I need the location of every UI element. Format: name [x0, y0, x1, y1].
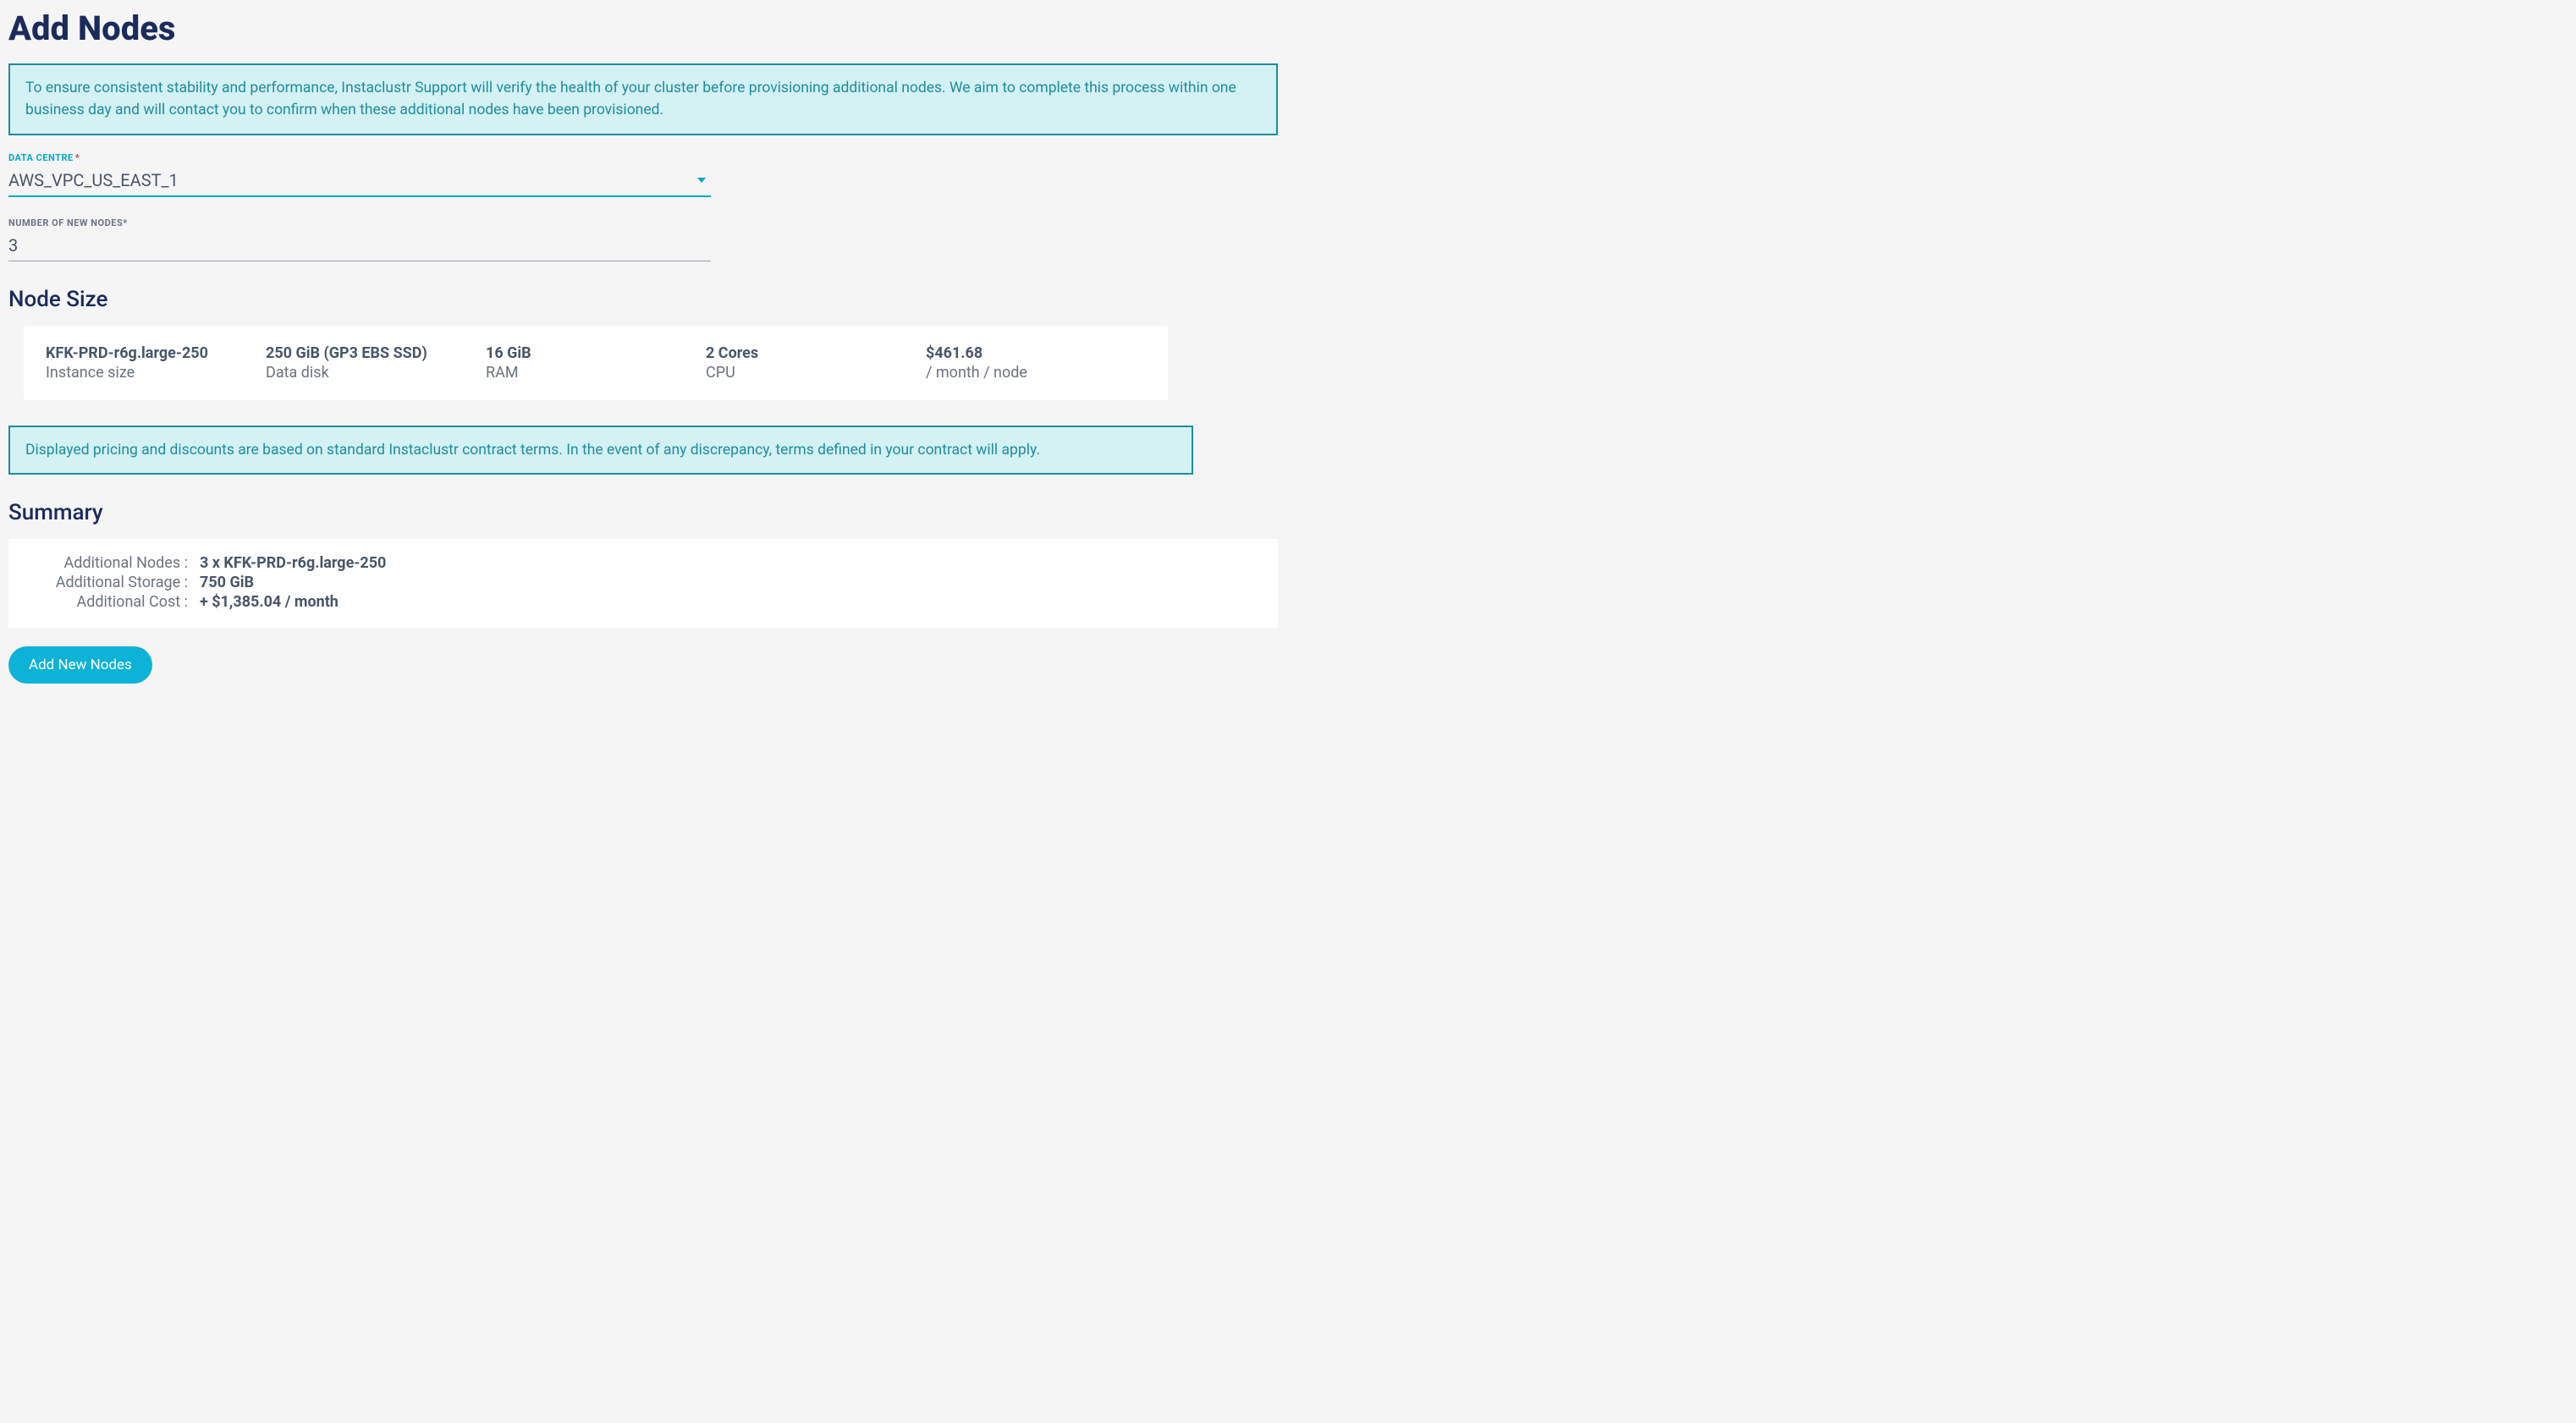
- required-indicator: *: [123, 217, 128, 228]
- cpu-label: CPU: [706, 364, 926, 382]
- ram-value: 16 GiB: [486, 344, 706, 362]
- summary-row-storage: Additional Storage : 750 GiB: [30, 574, 1256, 591]
- summary-label: Additional Cost :: [30, 593, 200, 611]
- summary-heading: Summary: [8, 500, 1278, 525]
- ram-label: RAM: [486, 364, 706, 382]
- chevron-down-icon: [697, 178, 706, 183]
- data-disk-value: 250 GiB (GP3 EBS SSD): [266, 344, 486, 362]
- data-disk-label: Data disk: [266, 364, 486, 382]
- cpu-value: 2 Cores: [706, 344, 926, 362]
- summary-value: 3 x KFK-PRD-r6g.large-250: [200, 554, 386, 572]
- price-label: / month / node: [926, 364, 1146, 382]
- summary-value: + $1,385.04 / month: [200, 593, 339, 611]
- instance-size-value: KFK-PRD-r6g.large-250: [46, 344, 266, 362]
- summary-label: Additional Nodes :: [30, 554, 200, 572]
- num-nodes-input[interactable]: [8, 232, 711, 261]
- node-size-card: KFK-PRD-r6g.large-250 Instance size 250 …: [24, 326, 1168, 400]
- health-check-banner: To ensure consistent stability and perfo…: [8, 63, 1278, 135]
- node-col-cpu: 2 Cores CPU: [706, 344, 926, 382]
- data-centre-label: DATA CENTRE*: [8, 152, 711, 163]
- pricing-disclaimer-banner: Displayed pricing and discounts are base…: [8, 426, 1193, 475]
- price-value: $461.68: [926, 344, 1146, 362]
- summary-value: 750 GiB: [200, 574, 254, 591]
- num-nodes-field: NUMBER OF NEW NODES*: [8, 217, 711, 261]
- summary-label: Additional Storage :: [30, 574, 200, 591]
- summary-row-cost: Additional Cost : + $1,385.04 / month: [30, 593, 1256, 611]
- data-centre-field: DATA CENTRE* AWS_VPC_US_EAST_1: [8, 152, 711, 197]
- data-centre-value: AWS_VPC_US_EAST_1: [8, 170, 179, 190]
- node-col-instance: KFK-PRD-r6g.large-250 Instance size: [46, 344, 266, 382]
- summary-row-nodes: Additional Nodes : 3 x KFK-PRD-r6g.large…: [30, 554, 1256, 572]
- summary-card: Additional Nodes : 3 x KFK-PRD-r6g.large…: [8, 539, 1278, 628]
- node-col-disk: 250 GiB (GP3 EBS SSD) Data disk: [266, 344, 486, 382]
- node-col-ram: 16 GiB RAM: [486, 344, 706, 382]
- page-title: Add Nodes: [8, 8, 1278, 48]
- add-new-nodes-button[interactable]: Add New Nodes: [8, 646, 152, 684]
- node-col-price: $461.68 / month / node: [926, 344, 1146, 382]
- required-indicator: *: [75, 152, 80, 163]
- node-size-heading: Node Size: [8, 287, 1278, 312]
- data-centre-select[interactable]: AWS_VPC_US_EAST_1: [8, 167, 711, 197]
- num-nodes-label: NUMBER OF NEW NODES*: [8, 217, 711, 228]
- instance-size-label: Instance size: [46, 364, 266, 382]
